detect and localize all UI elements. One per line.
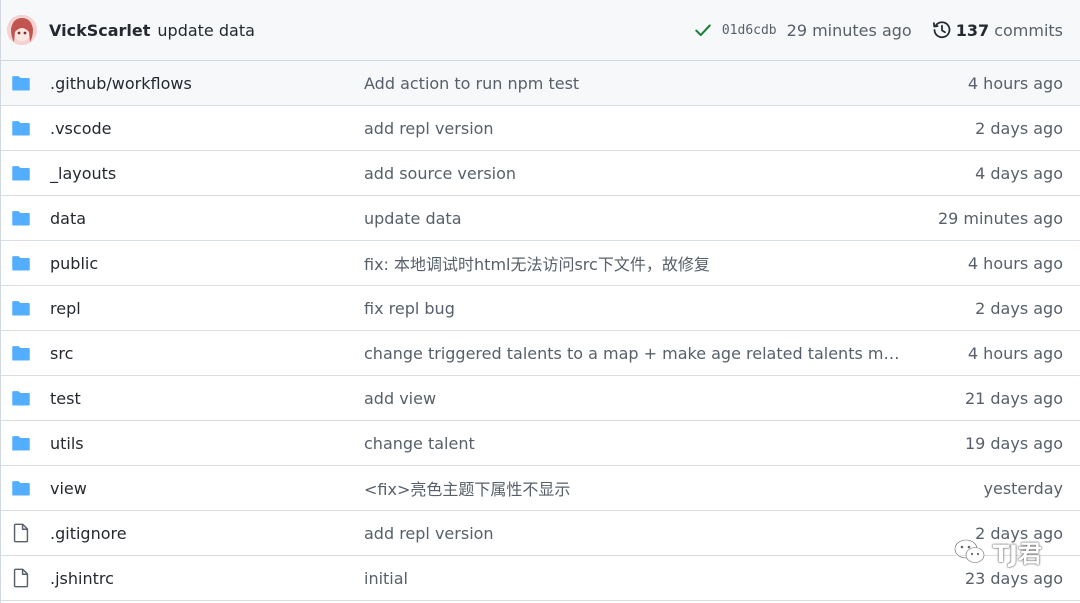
file-name-link[interactable]: view xyxy=(50,479,364,498)
file-commit-message-link[interactable]: update data xyxy=(364,209,909,228)
avatar[interactable] xyxy=(7,15,37,45)
latest-commit-bar: VickScarlet update data 01d6cdb 29 minut… xyxy=(1,0,1080,61)
commit-meta: 01d6cdb 29 minutes ago 137 commits xyxy=(694,20,1063,40)
folder-icon xyxy=(11,118,31,138)
file-row[interactable]: public fix: 本地调试时html无法访问src下文件，故修复 4 hour… xyxy=(1,241,1080,286)
file-row[interactable]: .jshintrc initial 23 days ago xyxy=(1,556,1080,601)
file-commit-age: 23 days ago xyxy=(964,568,1063,588)
file-row[interactable]: data update data 29 minutes ago xyxy=(1,196,1080,241)
file-row[interactable]: repl fix repl bug 2 days ago xyxy=(1,286,1080,331)
file-name-link[interactable]: _layouts xyxy=(50,164,364,183)
file-commit-message-link[interactable]: add source version xyxy=(364,164,909,183)
check-icon[interactable] xyxy=(694,21,712,39)
file-commit-age: 2 days ago xyxy=(975,298,1063,318)
folder-icon xyxy=(11,433,31,453)
file-commit-age: 4 days ago xyxy=(975,163,1063,183)
file-commit-message-link[interactable]: add repl version xyxy=(364,524,909,543)
file-name-link[interactable]: data xyxy=(50,209,364,228)
file-commit-message-link[interactable]: initial xyxy=(364,569,909,588)
file-row[interactable]: .gitignore add repl version 2 days ago xyxy=(1,511,1080,556)
file-row[interactable]: utils change talent 19 days ago xyxy=(1,421,1080,466)
file-commit-age: 4 hours ago xyxy=(967,73,1063,93)
file-row[interactable]: _layouts add source version 4 days ago xyxy=(1,151,1080,196)
folder-icon xyxy=(11,208,31,228)
commit-message-link[interactable]: update data xyxy=(157,21,255,40)
file-browser: VickScarlet update data 01d6cdb 29 minut… xyxy=(0,0,1080,603)
commit-sha-link[interactable]: 01d6cdb xyxy=(722,23,777,38)
file-row[interactable]: test add view 21 days ago xyxy=(1,376,1080,421)
file-commit-message-link[interactable]: change talent xyxy=(364,434,909,453)
file-commit-age: yesterday xyxy=(983,478,1064,498)
file-commit-message-link[interactable]: change triggered talents to a map + make… xyxy=(364,344,909,363)
file-commit-message-link[interactable]: fix repl bug xyxy=(364,299,909,318)
file-row[interactable]: src change triggered talents to a map + m… xyxy=(1,331,1080,376)
folder-icon xyxy=(11,388,31,408)
file-name-link[interactable]: .jshintrc xyxy=(50,569,364,588)
file-commit-age: 2 days ago xyxy=(975,118,1063,138)
file-icon xyxy=(11,523,31,543)
file-commit-age: 29 minutes ago xyxy=(937,208,1063,228)
commit-count: 137 xyxy=(955,20,990,40)
file-name-link[interactable]: repl xyxy=(50,299,364,318)
folder-icon xyxy=(11,73,31,93)
file-name-link[interactable]: public xyxy=(50,254,364,273)
file-name-link[interactable]: .vscode xyxy=(50,119,364,138)
file-icon xyxy=(11,568,31,588)
file-row[interactable]: .vscode add repl version 2 days ago xyxy=(1,106,1080,151)
history-icon[interactable] xyxy=(932,20,952,40)
folder-icon xyxy=(11,343,31,363)
commit-age: 29 minutes ago xyxy=(786,20,912,40)
file-commit-message-link[interactable]: add view xyxy=(364,389,909,408)
file-commit-age: 4 hours ago xyxy=(967,253,1063,273)
file-commit-message-link[interactable]: fix: 本地调试时html无法访问src下文件，故修复 xyxy=(364,251,909,275)
file-commit-age: 21 days ago xyxy=(964,388,1063,408)
file-list: .github/workflows Add action to run npm t… xyxy=(1,61,1080,601)
commits-label: commits xyxy=(994,20,1063,40)
file-commit-age: 19 days ago xyxy=(964,433,1063,453)
file-name-link[interactable]: test xyxy=(50,389,364,408)
file-row[interactable]: view <fix>亮色主题下属性不显示 yesterday xyxy=(1,466,1080,511)
folder-icon xyxy=(11,478,31,498)
file-commit-message-link[interactable]: add repl version xyxy=(364,119,909,138)
folder-icon xyxy=(11,298,31,318)
file-commit-age: 4 hours ago xyxy=(967,343,1063,363)
folder-icon xyxy=(11,163,31,183)
file-row[interactable]: .github/workflows Add action to run npm t… xyxy=(1,61,1080,106)
file-name-link[interactable]: utils xyxy=(50,434,364,453)
file-name-link[interactable]: .gitignore xyxy=(50,524,364,543)
file-commit-age: 2 days ago xyxy=(975,523,1063,543)
file-commit-message-link[interactable]: Add action to run npm test xyxy=(364,74,909,93)
folder-icon xyxy=(11,253,31,273)
file-name-link[interactable]: src xyxy=(50,344,364,363)
commits-link[interactable]: 137 commits xyxy=(956,21,1063,40)
file-name-link[interactable]: .github/workflows xyxy=(50,74,364,93)
commit-author-link[interactable]: VickScarlet xyxy=(49,21,150,40)
file-commit-message-link[interactable]: <fix>亮色主题下属性不显示 xyxy=(364,476,909,500)
